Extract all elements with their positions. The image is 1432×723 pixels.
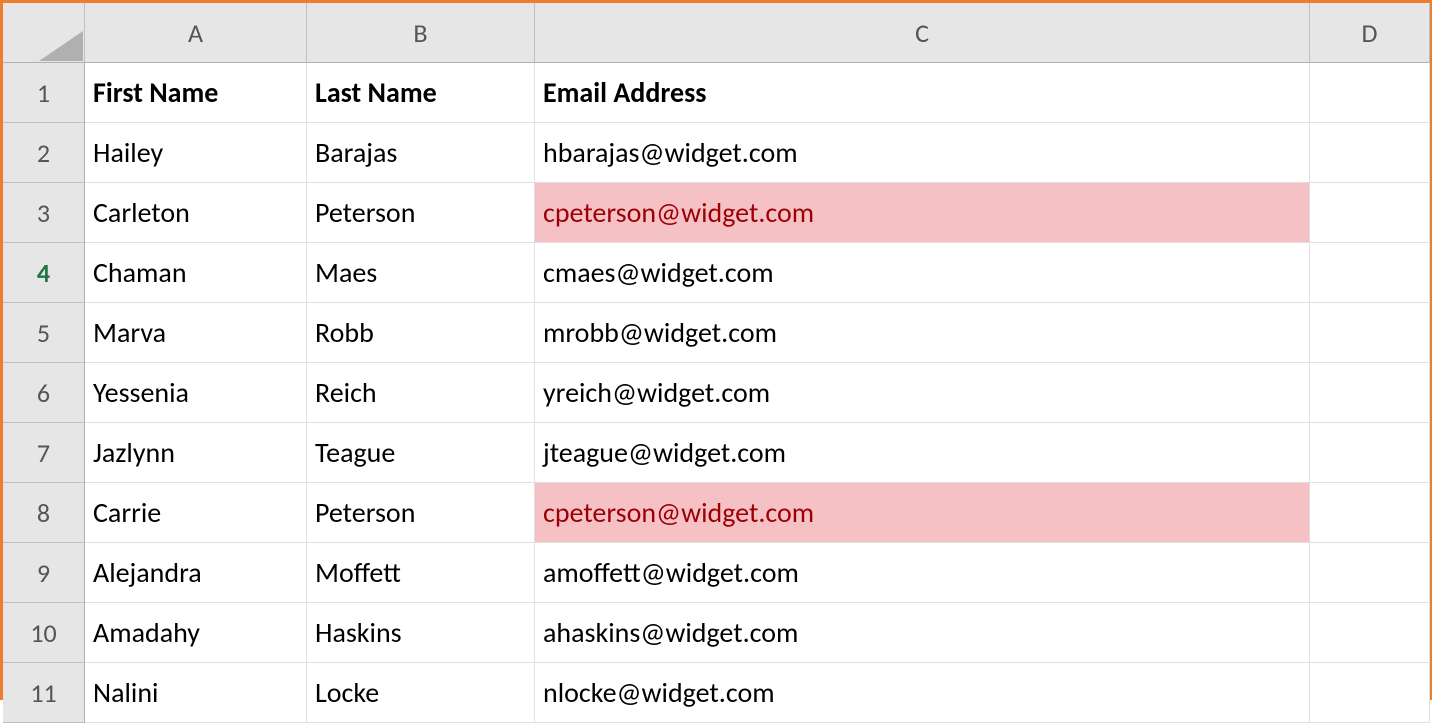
cell-last[interactable]: Locke <box>307 663 535 723</box>
column-header-a[interactable]: A <box>85 3 307 63</box>
row-header-11[interactable]: 11 <box>3 663 85 723</box>
cell-last[interactable]: Peterson <box>307 483 535 543</box>
cell-first[interactable]: Hailey <box>85 123 307 183</box>
row-header-1[interactable]: 1 <box>3 63 85 123</box>
cell-email[interactable]: amoffett@widget.com <box>535 543 1310 603</box>
cell-email[interactable]: cpeterson@widget.com <box>535 183 1310 243</box>
cell-first[interactable]: Jazlynn <box>85 423 307 483</box>
cell[interactable] <box>1310 183 1430 243</box>
cell-first[interactable]: Marva <box>85 303 307 363</box>
cell-last[interactable]: Barajas <box>307 123 535 183</box>
cell-email[interactable]: jteague@widget.com <box>535 423 1310 483</box>
cell-last[interactable]: Peterson <box>307 183 535 243</box>
cell-first[interactable]: Carrie <box>85 483 307 543</box>
cell-email[interactable]: ahaskins@widget.com <box>535 603 1310 663</box>
cell-email[interactable]: hbarajas@widget.com <box>535 123 1310 183</box>
select-all-corner[interactable] <box>3 3 85 63</box>
cell[interactable] <box>1310 483 1430 543</box>
cell[interactable] <box>1310 543 1430 603</box>
row-header-4[interactable]: 4 <box>3 243 85 303</box>
column-header-d[interactable]: D <box>1310 3 1430 63</box>
row-header-3[interactable]: 3 <box>3 183 85 243</box>
cell[interactable] <box>1310 363 1430 423</box>
cell[interactable] <box>1310 423 1430 483</box>
column-header-b[interactable]: B <box>307 3 535 63</box>
cell-last[interactable]: Reich <box>307 363 535 423</box>
row-header-5[interactable]: 5 <box>3 303 85 363</box>
row-header-6[interactable]: 6 <box>3 363 85 423</box>
column-header-c[interactable]: C <box>535 3 1310 63</box>
table-header-cell[interactable]: Last Name <box>307 63 535 123</box>
cell-email[interactable]: yreich@widget.com <box>535 363 1310 423</box>
cell[interactable] <box>1310 243 1430 303</box>
cell-email[interactable]: cpeterson@widget.com <box>535 483 1310 543</box>
cell-last[interactable]: Teague <box>307 423 535 483</box>
row-header-9[interactable]: 9 <box>3 543 85 603</box>
cell-last[interactable]: Moffett <box>307 543 535 603</box>
cell-last[interactable]: Robb <box>307 303 535 363</box>
cell-last[interactable]: Haskins <box>307 603 535 663</box>
row-header-10[interactable]: 10 <box>3 603 85 663</box>
cell[interactable] <box>1310 123 1430 183</box>
cell-last[interactable]: Maes <box>307 243 535 303</box>
row-header-7[interactable]: 7 <box>3 423 85 483</box>
cell-first[interactable]: Carleton <box>85 183 307 243</box>
cell-first[interactable]: Chaman <box>85 243 307 303</box>
table-header-cell[interactable]: Email Address <box>535 63 1310 123</box>
cell-email[interactable]: nlocke@widget.com <box>535 663 1310 723</box>
cell[interactable] <box>1310 303 1430 363</box>
cell-first[interactable]: Nalini <box>85 663 307 723</box>
cell[interactable] <box>1310 63 1430 123</box>
row-header-8[interactable]: 8 <box>3 483 85 543</box>
cell-first[interactable]: Yessenia <box>85 363 307 423</box>
cell-email[interactable]: mrobb@widget.com <box>535 303 1310 363</box>
cell-first[interactable]: Alejandra <box>85 543 307 603</box>
table-header-cell[interactable]: First Name <box>85 63 307 123</box>
cell[interactable] <box>1310 603 1430 663</box>
cell-first[interactable]: Amadahy <box>85 603 307 663</box>
cell[interactable] <box>1310 663 1430 723</box>
cell-email[interactable]: cmaes@widget.com <box>535 243 1310 303</box>
row-header-2[interactable]: 2 <box>3 123 85 183</box>
